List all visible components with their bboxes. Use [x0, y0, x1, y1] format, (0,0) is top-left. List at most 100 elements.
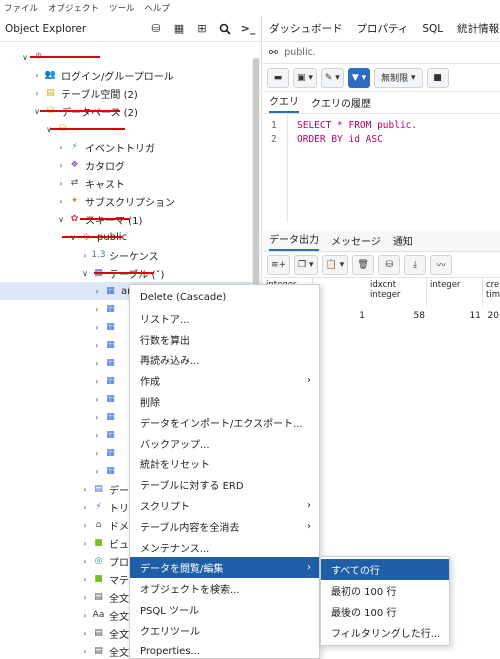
chevron-right-icon[interactable]: ›	[92, 287, 102, 296]
chevron-right-icon[interactable]: ›	[92, 323, 102, 332]
chevron-right-icon[interactable]: ›	[80, 485, 90, 494]
context-menu-item[interactable]: リストア...	[130, 308, 319, 329]
tree-node[interactable]: › ⇄ キャスト	[0, 174, 261, 192]
context-menu-item[interactable]: クエリツール	[130, 620, 319, 641]
chevron-right-icon[interactable]: ›	[80, 647, 90, 656]
chevron-right-icon[interactable]: ›	[92, 467, 102, 476]
chevron-right-icon[interactable]: ›	[92, 431, 102, 440]
tree-node[interactable]: › ✦ サブスクリプション	[0, 192, 261, 210]
copy-icon[interactable]: ❐ ▾	[294, 254, 318, 275]
edit-icon[interactable]: ✎ ▾	[320, 67, 344, 88]
save-icon[interactable]: ▣ ▾	[293, 67, 317, 88]
context-menu-item[interactable]: PSQL ツール	[130, 599, 319, 620]
grid-column-header[interactable]: idxcnt integer	[367, 278, 427, 306]
menu-object[interactable]: オブジェクト	[48, 2, 99, 14]
tree-node[interactable]: › 👥 ログイン/グループロール	[0, 66, 261, 84]
chevron-right-icon[interactable]: ›	[56, 143, 66, 152]
stop-icon[interactable]: ■	[426, 67, 449, 88]
tab-notifications[interactable]: 通知	[393, 233, 413, 251]
tab-data-output[interactable]: データ出力	[269, 231, 319, 251]
tab-properties[interactable]: プロパティ	[357, 21, 409, 36]
grid-cell[interactable]: 58	[403, 311, 425, 321]
chevron-right-icon[interactable]: ›	[92, 377, 102, 386]
graph-icon[interactable]: 〰	[430, 254, 453, 275]
tab-messages[interactable]: メッセージ	[331, 233, 381, 251]
grid-column-header[interactable]: integer	[427, 278, 483, 306]
menu-help[interactable]: ヘルプ	[145, 2, 171, 14]
context-menu-item[interactable]: テーブルに対する ERD	[130, 474, 319, 495]
tab-query-history[interactable]: クエリの履歴	[311, 95, 371, 113]
paste-icon[interactable]: 📋 ▾	[321, 254, 349, 275]
chevron-right-icon[interactable]: ›	[32, 89, 42, 98]
db-icon[interactable]: ⛁	[146, 19, 166, 39]
context-menu-item[interactable]: オブジェクトを検索...	[130, 578, 319, 599]
context-menu-item[interactable]: データをインポート/エクスポート...	[130, 412, 319, 433]
chevron-right-icon[interactable]: ›	[32, 71, 42, 80]
delete-icon[interactable]: 🗑	[352, 254, 375, 275]
chevron-right-icon[interactable]: ›	[80, 557, 90, 566]
submenu-item[interactable]: 最初の 100 行	[321, 580, 449, 601]
context-menu-item[interactable]: 行数を算出	[130, 329, 319, 350]
chevron-down-icon[interactable]: ∨	[56, 215, 66, 224]
tree-node[interactable]: › ▤ テーブル空間 (2)	[0, 84, 261, 102]
sql-editor[interactable]: 1 SELECT * FROM public. 2 ORDER BY id AS…	[263, 114, 500, 222]
menu-tools[interactable]: ツール	[109, 2, 135, 14]
download-icon[interactable]: ⤓	[404, 254, 427, 275]
chevron-down-icon[interactable]: ∨	[80, 269, 90, 278]
filter-icon[interactable]: ▼ ▾	[347, 67, 371, 88]
submenu-item[interactable]: すべての行	[321, 559, 449, 580]
tree-node[interactable]: ∨◇public	[0, 228, 261, 246]
chevron-down-icon[interactable]: ∨	[20, 53, 30, 62]
tree-node[interactable]: › 1.3 シーケンス	[0, 246, 261, 264]
context-menu-item[interactable]: Properties...	[130, 641, 319, 659]
connection-label[interactable]: public.	[284, 47, 316, 58]
menu-file[interactable]: ファイル	[4, 2, 38, 14]
tree-node[interactable]: ∨⛁	[0, 120, 261, 138]
chevron-right-icon[interactable]: ›	[80, 521, 90, 530]
chevron-right-icon[interactable]: ›	[92, 395, 102, 404]
chevron-right-icon[interactable]: ›	[80, 539, 90, 548]
terminal-icon[interactable]: >_	[238, 19, 258, 39]
chevron-right-icon[interactable]: ›	[92, 413, 102, 422]
chevron-right-icon[interactable]: ›	[80, 251, 90, 260]
grid-column-header[interactable]: cre tim	[483, 278, 500, 306]
tab-statistics[interactable]: 統計情報	[457, 21, 499, 36]
tab-query[interactable]: クエリ	[269, 93, 299, 113]
grid-cell[interactable]: 20	[485, 311, 499, 321]
context-menu-item[interactable]: 再読み込み...	[130, 349, 319, 370]
tab-sql[interactable]: SQL	[422, 23, 443, 35]
chevron-right-icon[interactable]: ›	[92, 449, 102, 458]
chevron-right-icon[interactable]: ›	[80, 503, 90, 512]
chevron-right-icon[interactable]: ›	[56, 197, 66, 206]
chevron-right-icon[interactable]: ›	[80, 611, 90, 620]
save-data-icon[interactable]: ⛁	[378, 254, 401, 275]
limit-select[interactable]: 無制限 ▾	[374, 67, 423, 88]
chevron-right-icon[interactable]: ›	[92, 341, 102, 350]
context-menu-item[interactable]: バックアップ...	[130, 433, 319, 454]
submenu-item[interactable]: フィルタリングした行...	[321, 622, 449, 643]
chevron-right-icon[interactable]: ›	[56, 161, 66, 170]
tree-node[interactable]: › ❖ カタログ	[0, 156, 261, 174]
context-menu-item[interactable]: Delete (Cascade)	[130, 287, 319, 308]
context-menu-item[interactable]: 削除	[130, 391, 319, 412]
context-menu-item[interactable]: 作成 ›	[130, 370, 319, 391]
table-icon[interactable]: ▦	[169, 19, 189, 39]
context-menu-item[interactable]: データを閲覧/編集 ›	[130, 557, 319, 579]
chevron-right-icon[interactable]: ›	[80, 629, 90, 638]
tree-node[interactable]: ∨ ✿ スキーマ (1)	[0, 210, 261, 228]
context-menu-item[interactable]: 統計をリセット	[130, 453, 319, 474]
grid-icon[interactable]: ⊞	[192, 19, 212, 39]
chevron-right-icon[interactable]: ›	[92, 359, 102, 368]
chevron-right-icon[interactable]: ›	[80, 593, 90, 602]
chevron-right-icon[interactable]: ›	[56, 179, 66, 188]
chevron-right-icon[interactable]: ›	[92, 305, 102, 314]
tree-node[interactable]: › ⚡ イベントトリガ	[0, 138, 261, 156]
tree-scrollbar-thumb[interactable]	[253, 58, 259, 313]
grid-cell[interactable]: 1	[343, 311, 365, 321]
tab-dashboard[interactable]: ダッシュボード	[269, 21, 343, 36]
add-row-icon[interactable]: ≡+	[267, 254, 291, 275]
context-menu-item[interactable]: スクリプト ›	[130, 495, 319, 516]
context-menu-item[interactable]: テーブル内容を全消去 ›	[130, 516, 319, 537]
context-menu-item[interactable]: メンテナンス...	[130, 537, 319, 558]
submenu-item[interactable]: 最後の 100 行	[321, 601, 449, 622]
